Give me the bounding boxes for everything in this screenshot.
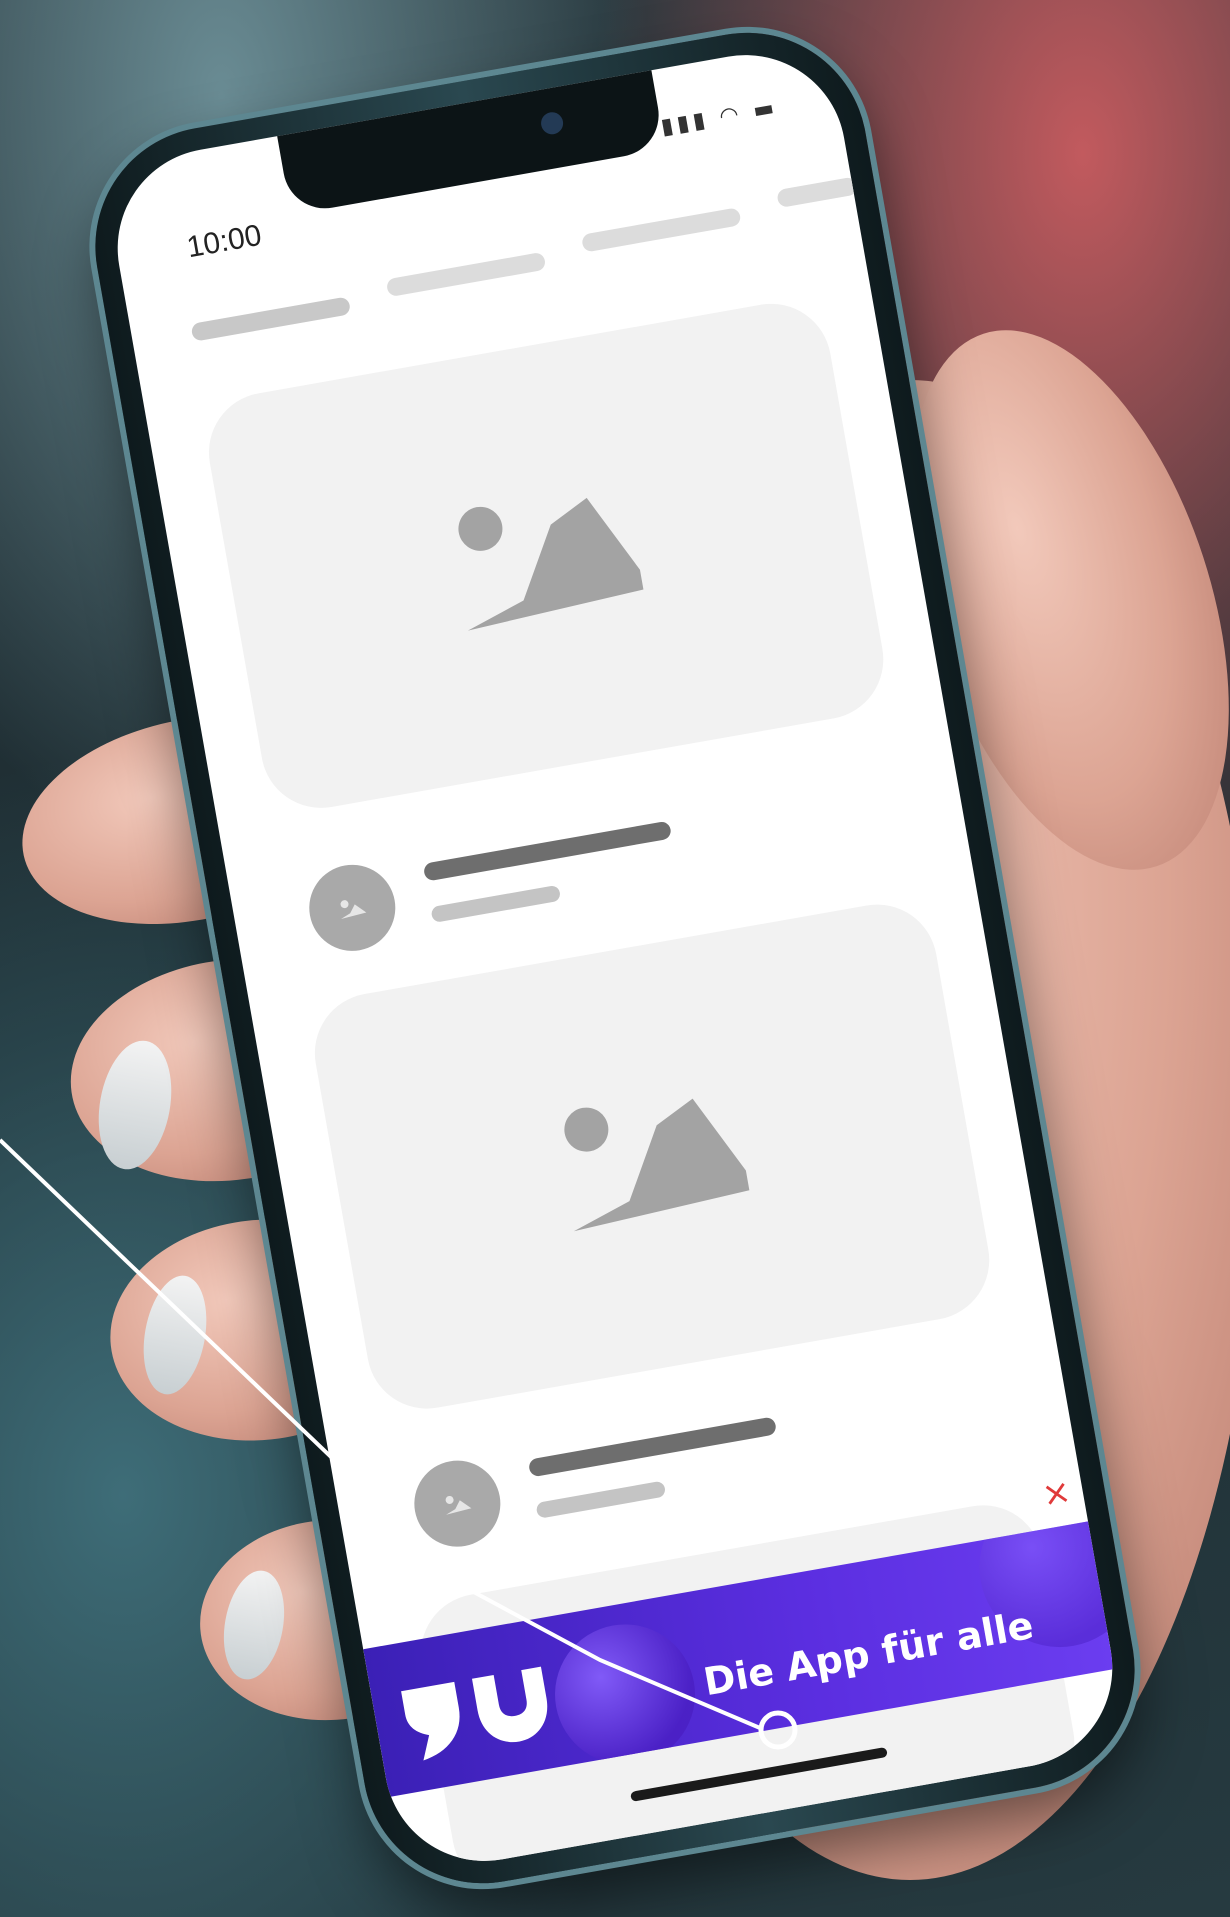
subtitle-placeholder bbox=[535, 1480, 667, 1519]
title-placeholder bbox=[422, 820, 673, 882]
title-placeholder bbox=[527, 1416, 778, 1478]
signal-wifi-battery-icon: ▮▮▮ ◠ ▬ bbox=[659, 95, 780, 140]
avatar-placeholder[interactable] bbox=[302, 858, 403, 958]
avatar-placeholder[interactable] bbox=[407, 1453, 508, 1554]
tab-placeholder[interactable] bbox=[385, 251, 547, 298]
status-time: 10:00 bbox=[184, 218, 265, 265]
brand-logo-icon bbox=[401, 1666, 548, 1761]
battery-icon: ▬ bbox=[751, 95, 780, 124]
subtitle-placeholder bbox=[430, 884, 562, 924]
tab-placeholder[interactable] bbox=[580, 207, 742, 253]
image-placeholder-icon bbox=[445, 1495, 472, 1515]
close-banner-button[interactable]: × bbox=[1039, 1471, 1074, 1515]
tab-placeholder[interactable] bbox=[776, 176, 859, 209]
wifi-icon: ◠ bbox=[717, 101, 745, 130]
tab-placeholder[interactable] bbox=[190, 296, 352, 342]
image-placeholder-icon bbox=[458, 497, 644, 631]
phone-notch bbox=[276, 68, 666, 215]
content-card[interactable] bbox=[305, 895, 999, 1419]
banner-line-1: Die App für alle bbox=[700, 1602, 1037, 1705]
content-card[interactable] bbox=[199, 294, 893, 818]
image-placeholder-icon bbox=[340, 900, 367, 919]
front-camera bbox=[539, 110, 565, 136]
signal-icon: ▮▮▮ bbox=[659, 107, 711, 141]
photo-scene: 10:00 ▮▮▮ ◠ ▬ × Die App für alle bbox=[0, 0, 1230, 1917]
image-placeholder-icon bbox=[564, 1098, 750, 1232]
